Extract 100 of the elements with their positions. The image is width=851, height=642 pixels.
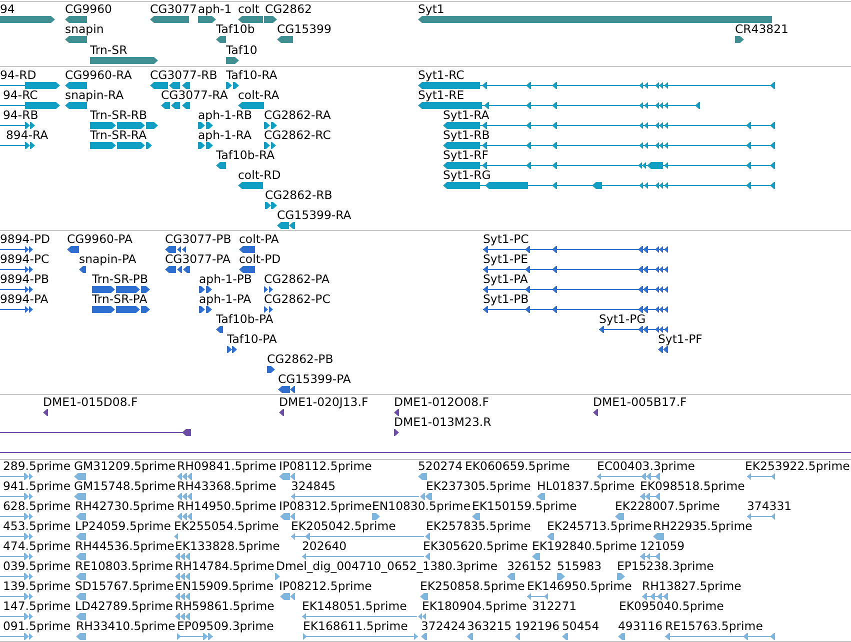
est-alignment[interactable] xyxy=(279,473,295,480)
est-alignment[interactable] xyxy=(175,613,190,620)
est-alignment[interactable] xyxy=(642,593,668,600)
clone-marker[interactable] xyxy=(279,408,284,416)
gene-arrow[interactable] xyxy=(150,16,189,22)
protein-model[interactable] xyxy=(165,266,190,272)
est-alignment[interactable] xyxy=(557,573,565,580)
est-alignment[interactable] xyxy=(532,553,540,560)
gene-arrow[interactable] xyxy=(90,56,158,64)
protein-model[interactable] xyxy=(92,286,150,292)
est-alignment[interactable] xyxy=(747,513,775,520)
est-alignment[interactable] xyxy=(0,553,33,560)
protein-model[interactable] xyxy=(483,266,668,272)
protein-model[interactable] xyxy=(67,246,79,252)
transcript-model[interactable] xyxy=(0,122,35,128)
protein-model[interactable] xyxy=(264,286,273,292)
est-alignment[interactable] xyxy=(74,493,86,500)
transcript-model[interactable] xyxy=(0,102,60,108)
est-alignment[interactable] xyxy=(547,533,554,540)
est-alignment[interactable] xyxy=(640,493,660,500)
protein-model[interactable] xyxy=(0,246,33,252)
est-alignment[interactable] xyxy=(0,613,33,620)
est-alignment[interactable] xyxy=(421,633,427,640)
protein-model[interactable] xyxy=(483,286,668,292)
transcript-model[interactable] xyxy=(238,102,264,108)
est-alignment[interactable] xyxy=(507,573,515,580)
est-alignment[interactable] xyxy=(175,553,190,560)
est-alignment[interactable] xyxy=(76,573,86,580)
gene-arrow[interactable] xyxy=(277,36,293,43)
protein-model[interactable] xyxy=(0,286,33,292)
protein-model[interactable] xyxy=(79,266,86,272)
transcript-model[interactable] xyxy=(265,202,277,208)
transcript-model[interactable] xyxy=(198,122,213,128)
est-alignment[interactable] xyxy=(177,633,213,640)
gene-arrow[interactable] xyxy=(65,16,87,22)
transcript-model[interactable] xyxy=(443,162,775,168)
est-alignment[interactable] xyxy=(537,493,545,500)
protein-model[interactable] xyxy=(483,306,668,312)
est-alignment[interactable] xyxy=(527,593,548,600)
est-alignment[interactable] xyxy=(653,533,664,540)
est-alignment[interactable] xyxy=(174,533,178,540)
gene-arrow[interactable] xyxy=(264,16,277,22)
est-alignment[interactable] xyxy=(467,633,473,640)
est-alignment[interactable] xyxy=(618,633,625,640)
gene-arrow[interactable] xyxy=(65,36,87,43)
est-alignment[interactable] xyxy=(0,473,33,480)
transcript-model[interactable] xyxy=(198,142,213,148)
protein-model[interactable] xyxy=(0,266,33,272)
est-alignment[interactable] xyxy=(177,473,192,480)
est-alignment[interactable] xyxy=(280,513,295,520)
transcript-model[interactable] xyxy=(0,142,35,148)
protein-model[interactable] xyxy=(216,326,223,332)
est-alignment[interactable] xyxy=(76,593,86,600)
est-alignment[interactable] xyxy=(615,513,624,520)
est-alignment[interactable] xyxy=(76,533,86,540)
est-alignment[interactable] xyxy=(275,573,280,580)
transcript-model[interactable] xyxy=(226,82,239,88)
transcript-model[interactable] xyxy=(418,82,775,88)
est-alignment[interactable] xyxy=(177,493,192,500)
clone-marker[interactable] xyxy=(43,408,48,416)
protein-model[interactable] xyxy=(483,246,668,252)
est-alignment[interactable] xyxy=(177,513,192,520)
protein-model[interactable] xyxy=(92,306,150,312)
est-alignment[interactable] xyxy=(175,593,190,600)
transcript-model[interactable] xyxy=(277,222,295,228)
est-alignment[interactable] xyxy=(74,473,86,480)
est-alignment[interactable] xyxy=(76,633,86,640)
protein-model[interactable] xyxy=(239,246,255,252)
transcript-model[interactable] xyxy=(161,102,190,108)
est-alignment[interactable] xyxy=(617,573,625,580)
protein-model[interactable] xyxy=(239,266,255,272)
gene-arrow[interactable] xyxy=(0,16,55,22)
transcript-model[interactable] xyxy=(418,102,700,108)
est-alignment[interactable] xyxy=(175,573,190,580)
est-alignment[interactable] xyxy=(562,633,568,640)
protein-model[interactable] xyxy=(227,346,237,352)
transcript-model[interactable] xyxy=(65,102,87,108)
protein-model[interactable] xyxy=(165,246,186,252)
transcript-model[interactable] xyxy=(238,182,263,188)
gene-arrow[interactable] xyxy=(238,16,263,22)
protein-model[interactable] xyxy=(199,286,212,292)
protein-model[interactable] xyxy=(278,386,295,392)
gene-arrow[interactable] xyxy=(735,36,744,43)
est-alignment[interactable] xyxy=(597,473,660,480)
est-alignment[interactable] xyxy=(425,533,430,540)
est-alignment[interactable] xyxy=(420,593,428,600)
est-alignment[interactable] xyxy=(420,493,432,500)
protein-model[interactable] xyxy=(599,326,668,332)
est-alignment[interactable] xyxy=(0,533,33,540)
est-alignment[interactable] xyxy=(76,613,86,620)
transcript-model[interactable] xyxy=(65,82,87,88)
est-alignment[interactable] xyxy=(372,513,380,520)
est-alignment[interactable] xyxy=(0,513,33,520)
transcript-model[interactable] xyxy=(150,82,190,88)
transcript-model[interactable] xyxy=(90,142,152,148)
est-alignment[interactable] xyxy=(472,513,480,520)
gene-arrow[interactable] xyxy=(198,16,216,22)
est-alignment[interactable] xyxy=(76,513,86,520)
est-alignment[interactable] xyxy=(640,553,660,560)
est-alignment[interactable] xyxy=(0,593,33,600)
